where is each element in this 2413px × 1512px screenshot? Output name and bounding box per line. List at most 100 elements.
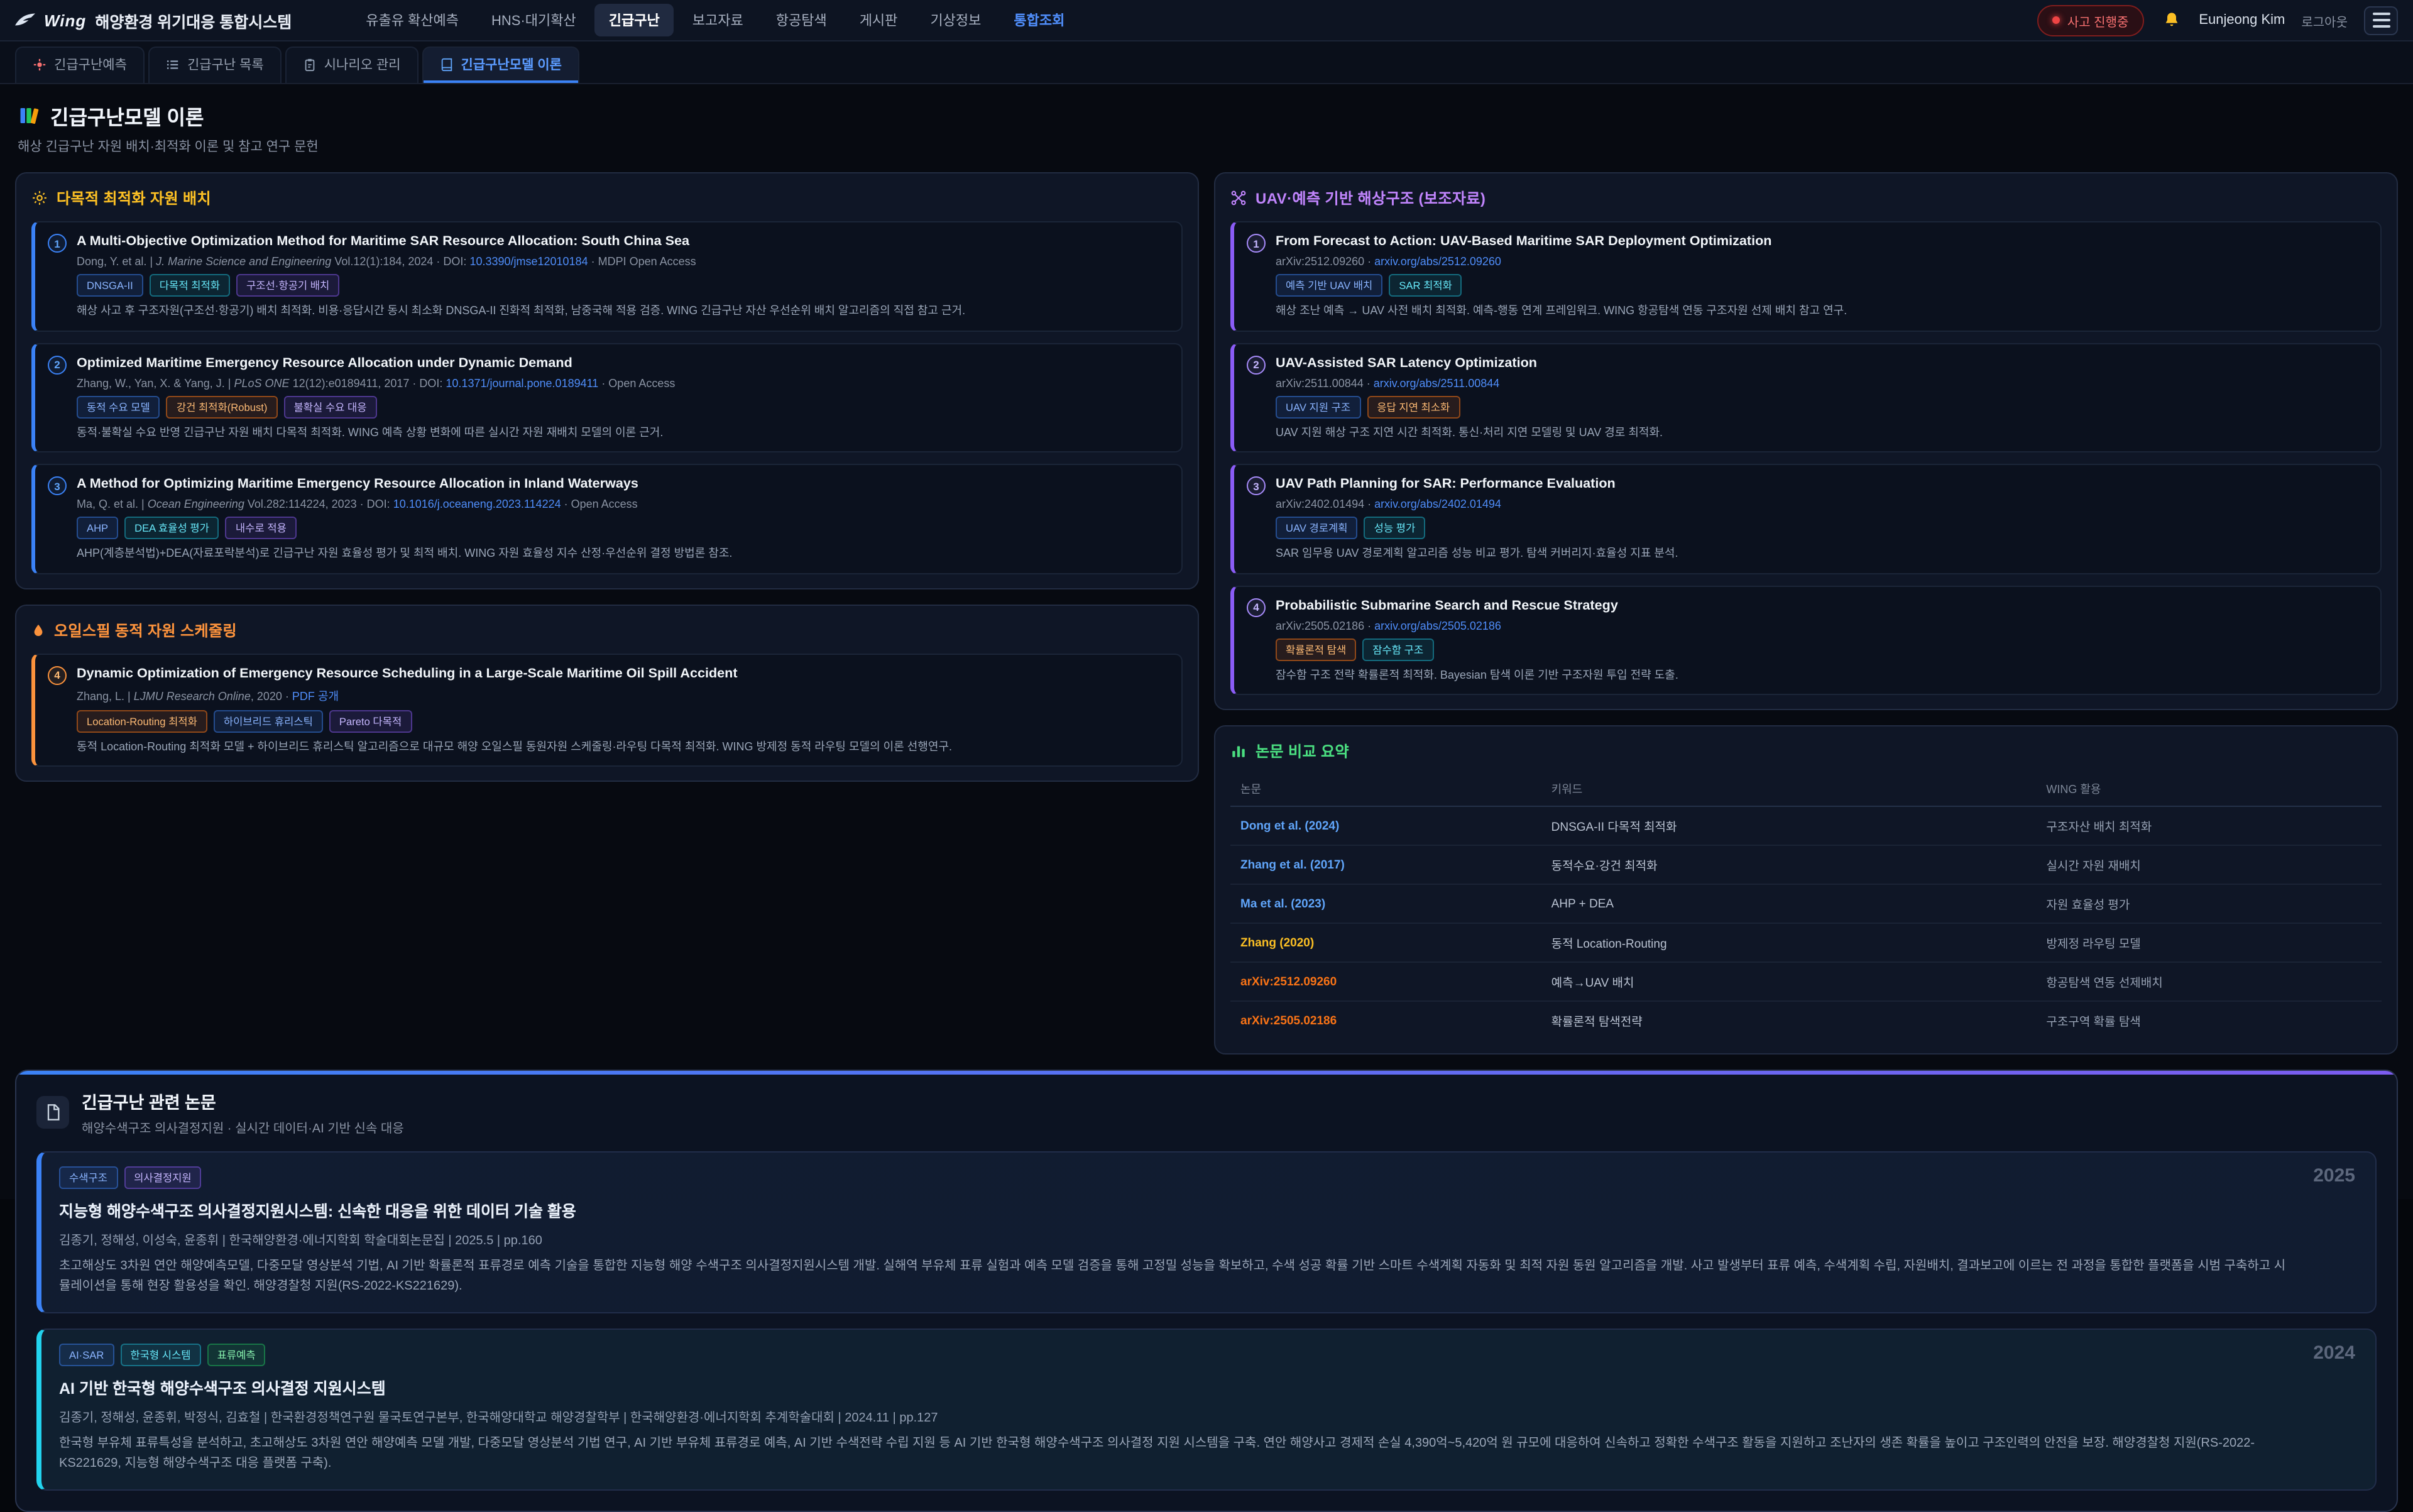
paper-detail: 12(12):e0189411, 2017 · DOI:	[290, 376, 446, 389]
top-nav: Wing 해양환경 위기대응 통합시스템 유출유 확산예측 HNS·대기확산 긴…	[0, 0, 2413, 41]
tag-badge: 확률론적 탐색	[1276, 638, 1356, 660]
paper-title: Optimized Maritime Emergency Resource Al…	[77, 354, 675, 371]
tab-label: 시나리오 관리	[324, 55, 401, 74]
paper-tags: UAV 지원 구조 응답 지연 최소화	[1276, 395, 1663, 418]
paper-doi-link[interactable]: 10.1016/j.oceaneng.2023.114224	[393, 498, 561, 510]
paper-number: 4	[48, 666, 67, 684]
section-title: UAV·예측 기반 해상구조 (보조자료)	[1256, 187, 1486, 209]
tag-badge: Location-Routing 최적화	[77, 709, 207, 732]
paper-meta-suffix: · MDPI Open Access	[588, 255, 696, 268]
logout-button[interactable]: 로그아웃	[2301, 11, 2348, 30]
tab-rescue-model-theory[interactable]: 긴급구난모델 이론	[422, 47, 579, 83]
nav-item-board[interactable]: 게시판	[846, 4, 912, 36]
paper-title: Dynamic Optimization of Emergency Resour…	[77, 664, 952, 682]
paper-tags: AI·SAR 한국형 시스템 표류예측	[59, 1344, 2287, 1366]
paper-item: 4 Probabilistic Submarine Search and Res…	[1230, 585, 2382, 695]
paper-name-link[interactable]: arXiv:2512.09260	[1230, 962, 1541, 1001]
nav-item-reports[interactable]: 보고자료	[679, 4, 757, 36]
nav-item-hns[interactable]: HNS·대기확산	[478, 4, 590, 36]
paper-description: SAR 임무용 UAV 경로계획 알고리즘 성능 비교 평가. 탐색 커버리지·…	[1276, 545, 1678, 562]
nav-item-oil-spill[interactable]: 유출유 확산예측	[352, 4, 473, 36]
paper-meta: Dong, Y. et al. | J. Marine Science and …	[77, 255, 965, 268]
column-header-keyword: 키워드	[1541, 774, 2037, 806]
tag-badge: DEA 효율성 평가	[124, 517, 219, 539]
nav-item-weather[interactable]: 기상정보	[916, 4, 995, 36]
keyword-cell: AHP + DEA	[1541, 884, 2037, 923]
paper-meta: arXiv:2512.09260 · arxiv.org/abs/2512.09…	[1276, 255, 1847, 268]
paper-meta: arXiv:2511.00844 · arxiv.org/abs/2511.00…	[1276, 376, 1663, 389]
keyword-cell: 확률론적 탐색전략	[1541, 1001, 2037, 1039]
wing-usage-cell: 항공탐색 연동 선제배치	[2036, 962, 2382, 1001]
paper-authors: Ma, Q. et al. |	[77, 498, 148, 510]
paper-authors: Zhang, L. |	[77, 689, 134, 702]
user-name: Eunjeong Kim	[2199, 13, 2285, 28]
tag-badge: 동적 수요 모델	[77, 395, 160, 418]
related-subtitle: 해양수색구조 의사결정지원 · 실시간 데이터·AI 기반 신속 대응	[82, 1117, 404, 1136]
paper-description: AHP(계층분석법)+DEA(자료포락분석)로 긴급구난 자원 효율성 평가 및…	[77, 545, 732, 562]
related-paper: 수색구조 의사결정지원 지능형 해양수색구조 의사결정지원시스템: 신속한 대응…	[36, 1151, 2377, 1313]
paper-body: From Forecast to Action: UAV-Based Marit…	[1276, 233, 1847, 320]
paper-item: 2 Optimized Maritime Emergency Resource …	[31, 342, 1183, 452]
tag-badge: 의사결정지원	[124, 1166, 202, 1189]
section-oil-spill: 오일스필 동적 자원 스케줄링 4 Dynamic Optimization o…	[15, 604, 1199, 782]
paper-tags: Location-Routing 최적화 하이브리드 휴리스틱 Pareto 다…	[77, 709, 952, 732]
paper-name-link[interactable]: Zhang (2020)	[1230, 923, 1541, 962]
wing-usage-cell: 구조자산 배치 최적화	[2036, 806, 2382, 845]
keyword-cell: 동적수요·강건 최적화	[1541, 845, 2037, 884]
main-nav: 유출유 확산예측 HNS·대기확산 긴급구난 보고자료 항공탐색 게시판 기상정…	[352, 4, 1078, 36]
paper-meta: arXiv:2505.02186 · arxiv.org/abs/2505.02…	[1276, 619, 1678, 632]
bell-icon	[2162, 11, 2180, 29]
related-header: 긴급구난 관련 논문 해양수색구조 의사결정지원 · 실시간 데이터·AI 기반…	[36, 1088, 2377, 1136]
paper-meta-suffix: · Open Access	[598, 376, 675, 389]
notification-bell-button[interactable]	[2160, 9, 2182, 31]
paper-detail: arXiv:2511.00844 ·	[1276, 376, 1374, 389]
tag-badge: AHP	[77, 517, 118, 539]
section-uav: UAV·예측 기반 해상구조 (보조자료) 1 From Forecast to…	[1214, 172, 2398, 710]
paper-doi-link[interactable]: 10.1371/journal.pone.0189411	[446, 376, 598, 389]
paper-arxiv-link[interactable]: arxiv.org/abs/2402.01494	[1374, 498, 1501, 510]
tag-badge: UAV 지원 구조	[1276, 395, 1360, 418]
paper-arxiv-link[interactable]: arxiv.org/abs/2505.02186	[1374, 619, 1501, 632]
tag-badge: 구조선·항공기 배치	[236, 274, 339, 297]
nav-item-integrated-search[interactable]: 통합조회	[1000, 4, 1078, 36]
paper-title: Probabilistic Submarine Search and Rescu…	[1276, 596, 1678, 614]
section-title: 오일스필 동적 자원 스케줄링	[54, 619, 237, 640]
tab-rescue-prediction[interactable]: 긴급구난예측	[15, 47, 145, 83]
paper-doi-link[interactable]: 10.3390/jmse12010184	[469, 255, 588, 268]
paper-detail: arXiv:2505.02186 ·	[1276, 619, 1374, 632]
paper-authors: Zhang, W., Yan, X. & Yang, J. |	[77, 376, 234, 389]
nav-item-emergency-rescue[interactable]: 긴급구난	[595, 4, 674, 36]
paper-number: 2	[1247, 355, 1266, 374]
tag-badge: 잠수함 구조	[1362, 638, 1433, 660]
book-icon	[440, 58, 454, 72]
column-header-wing: WING 활용	[2036, 774, 2382, 806]
wing-usage-cell: 구조구역 확률 탐색	[2036, 1001, 2382, 1039]
paper-item: 1 A Multi-Objective Optimization Method …	[31, 221, 1183, 331]
paper-name-link[interactable]: arXiv:2505.02186	[1230, 1001, 1541, 1039]
paper-authors: 김종기, 정해성, 이성숙, 윤종휘 | 한국해양환경·에너지학회 학술대회논문…	[59, 1229, 2287, 1248]
paper-venue: J. Marine Science and Engineering	[156, 255, 331, 268]
tag-badge: 다목적 최적화	[150, 274, 230, 297]
paper-body: Probabilistic Submarine Search and Rescu…	[1276, 596, 1678, 684]
paper-venue: Ocean Engineering	[148, 498, 244, 510]
top-nav-right: 사고 진행중 Eunjeong Kim 로그아웃	[2037, 4, 2398, 36]
paper-name-link[interactable]: Ma et al. (2023)	[1230, 884, 1541, 923]
paper-item: 1 From Forecast to Action: UAV-Based Mar…	[1230, 221, 2382, 331]
keyword-cell: 예측→UAV 배치	[1541, 962, 2037, 1001]
paper-title: AI 기반 한국형 해양수색구조 의사결정 지원시스템	[59, 1375, 2287, 1399]
paper-title: 지능형 해양수색구조 의사결정지원시스템: 신속한 대응을 위한 데이터 기술 …	[59, 1198, 2287, 1222]
paper-arxiv-link[interactable]: arxiv.org/abs/2512.09260	[1374, 255, 1501, 268]
paper-name-link[interactable]: Dong et al. (2024)	[1230, 806, 1541, 845]
hamburger-menu-button[interactable]	[2364, 6, 2398, 35]
tab-scenario-management[interactable]: 시나리오 관리	[285, 47, 419, 83]
nav-item-aerial-search[interactable]: 항공탐색	[762, 4, 841, 36]
column-header-paper: 논문	[1230, 774, 1541, 806]
paper-name-link[interactable]: Zhang et al. (2017)	[1230, 845, 1541, 884]
page-header: 긴급구난모델 이론 해상 긴급구난 자원 배치·최적화 이론 및 참고 연구 문…	[0, 84, 2413, 167]
paper-pdf-link[interactable]: PDF 공개	[292, 689, 339, 702]
tab-rescue-list[interactable]: 긴급구난 목록	[148, 47, 282, 83]
tag-badge: 응답 지연 최소화	[1367, 395, 1460, 418]
tag-badge: 강건 최적화(Robust)	[167, 395, 278, 418]
list-icon	[166, 58, 180, 72]
paper-arxiv-link[interactable]: arxiv.org/abs/2511.00844	[1374, 376, 1500, 389]
